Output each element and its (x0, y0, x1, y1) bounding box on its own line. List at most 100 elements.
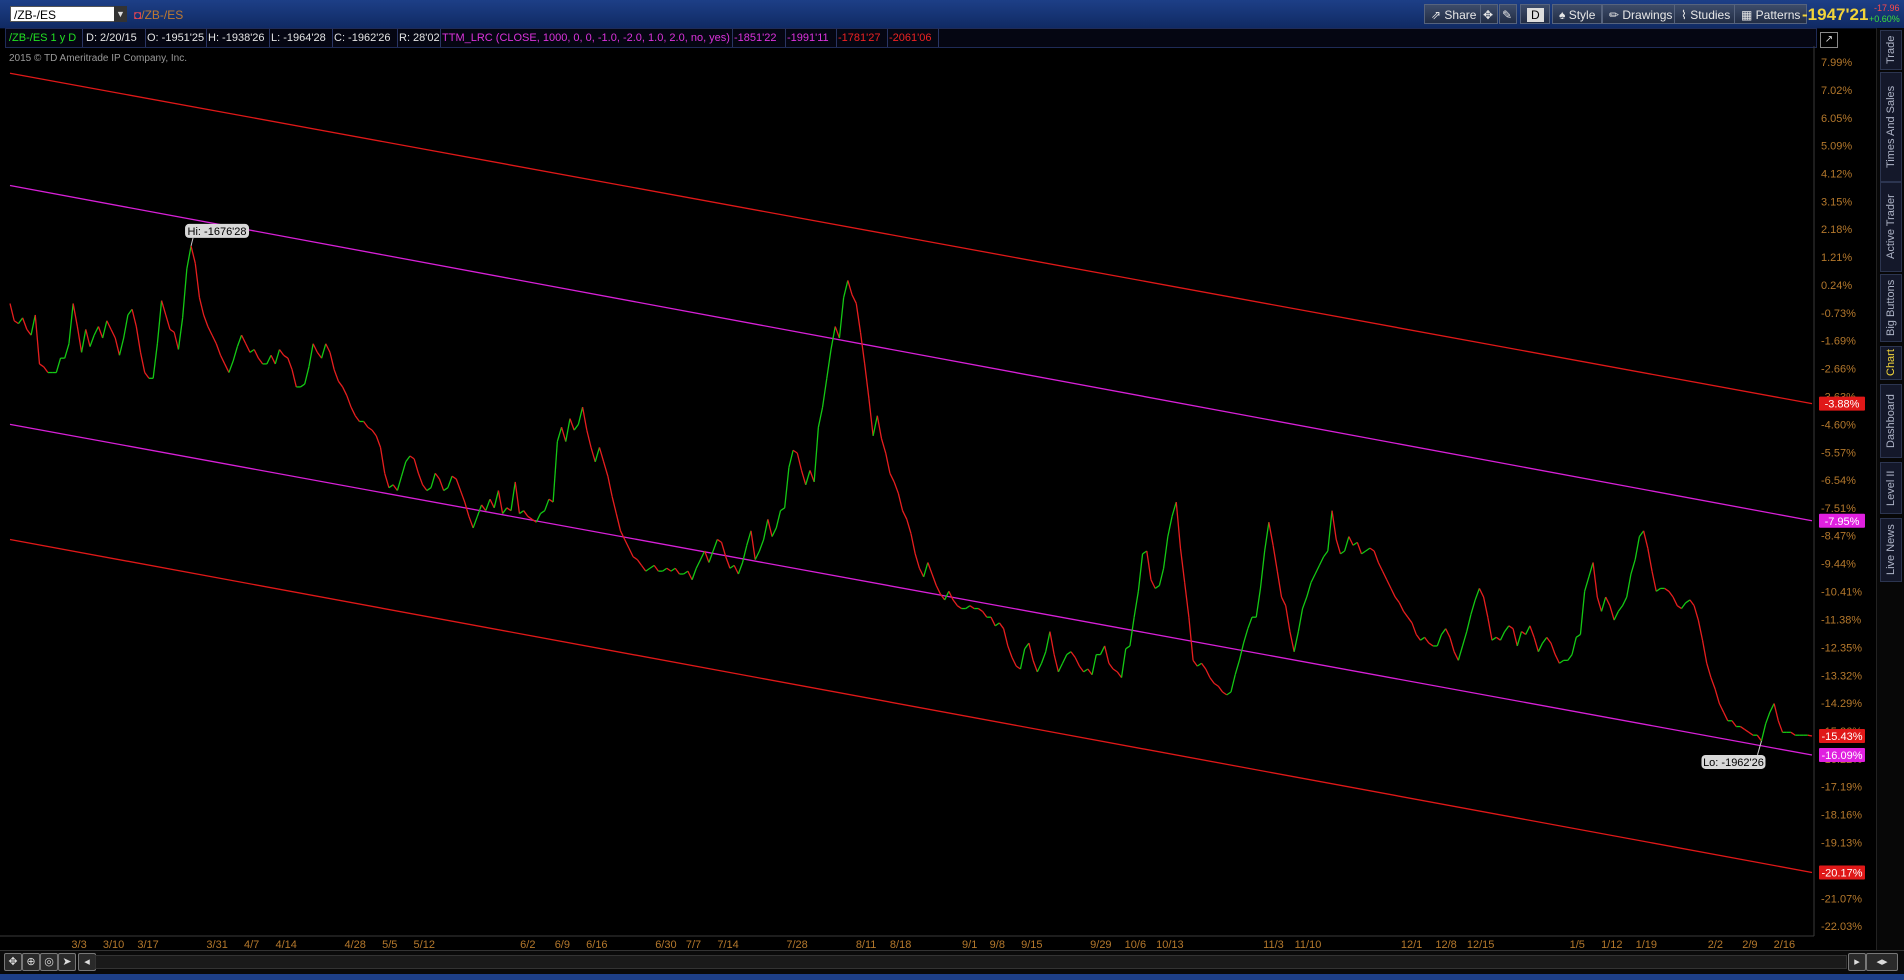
x-tick-label: 9/8 (990, 939, 1005, 950)
price-segment (434, 472, 440, 480)
price-segment (560, 427, 567, 442)
price-segment (320, 343, 327, 359)
price-segment (1083, 668, 1089, 673)
side-tab-dashboard[interactable]: Dashboard (1880, 384, 1902, 458)
expand-range-icon[interactable]: ◂▸ (1866, 953, 1898, 971)
price-segment (1268, 522, 1274, 546)
band-upper_inner (9, 184, 1813, 522)
price-segment (649, 564, 655, 569)
side-tab-times-and-sales[interactable]: Times And Sales (1880, 72, 1902, 182)
price-segment (337, 380, 344, 388)
price-segment (1542, 636, 1548, 644)
price-segment (228, 360, 234, 373)
price-segment (598, 447, 605, 462)
price-segment (1057, 662, 1064, 673)
side-tab-live-news[interactable]: Live News (1880, 518, 1902, 582)
price-segment (207, 326, 213, 336)
price-segment (864, 363, 870, 399)
price-segment (914, 553, 921, 569)
price-segment (788, 450, 794, 468)
price-segment (691, 568, 697, 580)
price-segment (1015, 665, 1021, 670)
pan-icon[interactable]: ✥ (4, 953, 22, 971)
horizontal-scrollbar[interactable] (95, 955, 1847, 969)
price-segment (447, 475, 453, 488)
price-segment (998, 622, 1005, 630)
price-segment (1104, 645, 1110, 664)
x-tick-label: 10/13 (1156, 939, 1184, 950)
price-segment (1184, 582, 1190, 618)
price-segment (131, 309, 137, 327)
x-tick-label: 3/17 (137, 939, 158, 950)
price-segment (287, 357, 293, 370)
price-segment (901, 510, 908, 520)
side-tab-active-trader[interactable]: Active Trader (1880, 182, 1902, 272)
price-segment (1078, 665, 1085, 673)
price-segment (683, 570, 689, 575)
price-segment (43, 366, 49, 373)
price-segment (763, 519, 769, 540)
price-segment (1689, 599, 1695, 607)
price-segment (160, 300, 167, 316)
price-segment (1040, 651, 1047, 664)
price-segment (780, 507, 786, 512)
y-tick-label: -9.44% (1821, 559, 1856, 571)
pointer-icon[interactable]: ➤ (58, 953, 76, 971)
price-segment (573, 423, 579, 431)
side-tab-big-buttons[interactable]: Big Buttons (1880, 274, 1902, 342)
price-segment (615, 513, 622, 531)
price-segment (1714, 688, 1720, 704)
price-chart[interactable]: 7.99% 7.02% 6.05% 5.09% 4.12% 3.15% 2.18% 1.21%… (0, 0, 1876, 950)
price-segment (68, 303, 74, 344)
price-segment (855, 303, 862, 333)
y-tick-label: -1.69% (1821, 336, 1856, 348)
price-segment (333, 369, 340, 382)
y-tick-label: -5.57% (1821, 447, 1856, 459)
zoom-icon[interactable]: ⊕ (22, 953, 40, 971)
x-tick-label: 4/7 (244, 939, 259, 950)
price-segment (885, 452, 891, 474)
side-tab-trade[interactable]: Trade (1880, 30, 1902, 70)
price-segment (1028, 642, 1034, 661)
price-segment (935, 585, 942, 595)
price-segment (645, 567, 651, 572)
x-tick-label: 12/8 (1435, 939, 1456, 950)
price-segment (257, 357, 264, 365)
price-segment (1301, 596, 1308, 609)
price-segment (1049, 631, 1055, 655)
price-segment (274, 349, 281, 365)
side-tab-chart[interactable]: Chart (1880, 346, 1902, 380)
price-segment (506, 507, 512, 512)
y-tick-label: 6.05% (1821, 113, 1852, 125)
y-tick-label: -8.47% (1821, 531, 1856, 543)
price-segment (1748, 731, 1754, 736)
scroll-right-icon[interactable]: ▸ (1848, 953, 1866, 971)
price-segment (1276, 571, 1283, 598)
price-segment (1685, 599, 1691, 604)
price-segment (342, 386, 348, 396)
price-segment (1205, 668, 1211, 678)
price-segment (1411, 622, 1417, 635)
price-segment (1516, 631, 1523, 647)
x-tick-label: 6/30 (655, 939, 676, 950)
price-segment (181, 268, 188, 318)
price-segment (872, 415, 878, 436)
price-segment (1642, 530, 1649, 549)
price-segment (1415, 634, 1421, 641)
magnifier-icon[interactable]: ◎ (40, 953, 58, 971)
price-segment (1697, 619, 1704, 641)
price-segment (249, 348, 255, 353)
x-tick-label: 11/10 (1295, 939, 1322, 950)
y-tick-label: -2.66% (1821, 364, 1856, 376)
y-tick-label: 2.18% (1821, 224, 1852, 236)
y-tick-label: -4.60% (1821, 419, 1856, 431)
price-segment (1537, 642, 1544, 653)
price-segment (93, 326, 100, 336)
scroll-left-icon[interactable]: ◂ (78, 953, 96, 971)
y-tick-label: 7.99% (1821, 57, 1852, 69)
price-segment (552, 441, 558, 503)
price-segment (927, 562, 933, 575)
side-tab-level-ii[interactable]: Level II (1880, 462, 1902, 514)
price-segment (1461, 631, 1468, 647)
price-segment (1609, 605, 1615, 621)
